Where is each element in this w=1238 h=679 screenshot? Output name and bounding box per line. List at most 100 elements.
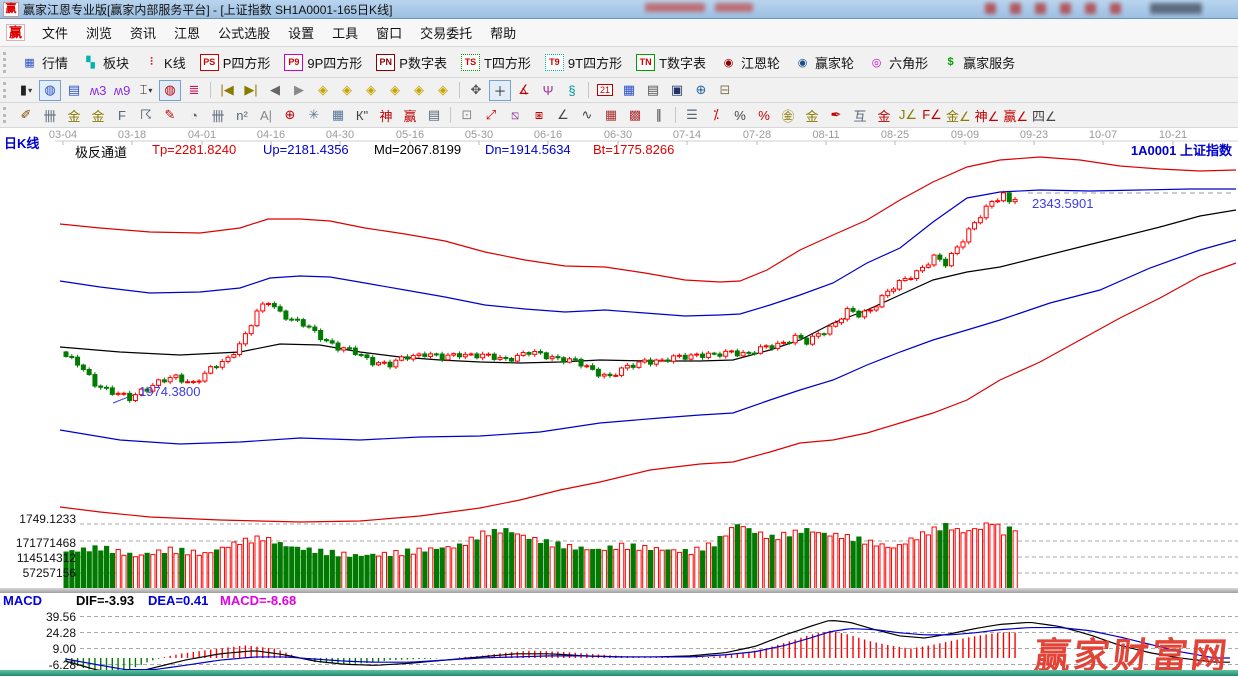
toolbar-9p-square[interactable]: P9 9P四方形: [277, 50, 369, 75]
toolbar-f-angle[interactable]: F∠: [921, 105, 943, 126]
toolbar-star-grid[interactable]: ✳: [303, 105, 325, 126]
menu-资讯[interactable]: 资讯: [121, 20, 165, 45]
toolbar-red-compass[interactable]: ✎: [159, 105, 181, 126]
toolbar-band-red-tool[interactable]: ◍: [159, 79, 181, 101]
toolbar-quotes[interactable]: ▦ 行情: [14, 50, 75, 75]
toolbar-red-pen[interactable]: ✒: [825, 105, 847, 126]
toolbar-red-fan[interactable]: ⤢: [480, 105, 502, 126]
toolbar-ruler-123[interactable]: ▤: [423, 105, 445, 126]
toolbar-percent-under[interactable]: %: [753, 105, 775, 126]
toolbar-fan-box[interactable]: ⧅: [504, 105, 526, 126]
toolbar-wave-3-tool[interactable]: ʍ3: [87, 80, 109, 101]
chart-area[interactable]: 日K线 1A0001 上证指数 03-04 03-18 04-01 04-16 04-3…: [0, 128, 1238, 677]
crosshair-tool-icon: ＋: [493, 83, 507, 99]
toolbar-n-square-tool[interactable]: n²: [231, 105, 253, 126]
toolbar-box-measure[interactable]: ⊡: [456, 105, 478, 126]
toolbar-gold-circle[interactable]: ㊎: [777, 105, 799, 126]
toolbar-price-ladder[interactable]: ☰: [681, 105, 703, 126]
menu-公式选股[interactable]: 公式选股: [209, 20, 279, 45]
toolbar-candle-style-dropdown[interactable]: ⌶ ▾: [135, 80, 157, 101]
menu-窗口[interactable]: 窗口: [367, 20, 411, 45]
toolbar-crosshair-tool[interactable]: ＋: [489, 79, 511, 101]
toolbar-fan-lines[interactable]: ∠: [552, 105, 574, 126]
menu-工具[interactable]: 工具: [323, 20, 367, 45]
toolbar-web-update[interactable]: ⊕: [690, 80, 712, 101]
remote-pc-icon: ⊟: [719, 82, 731, 97]
toolbar-gann-wheel[interactable]: ◉ 江恩轮: [713, 50, 787, 75]
menu-设置[interactable]: 设置: [279, 20, 323, 45]
menu-江恩[interactable]: 江恩: [165, 20, 209, 45]
toolbar-diamond-hspan[interactable]: ◈: [360, 80, 382, 101]
toolbar-hu-tool[interactable]: 互: [849, 105, 871, 126]
box-measure-icon: ⊡: [461, 107, 473, 122]
toolbar-zigzag-tool[interactable]: ∿: [576, 105, 598, 126]
toolbar-percent-line[interactable]: ⁒: [705, 105, 727, 126]
toolbar-nav-next[interactable]: ▶: [288, 80, 310, 101]
toolbar-gold-line-red[interactable]: 金: [873, 105, 895, 126]
toolbar-ying-angle[interactable]: 赢∠: [1002, 105, 1029, 126]
toolbar-gold-underline[interactable]: 金: [801, 105, 823, 126]
toolbar-spiral-pattern-tool[interactable]: §: [561, 80, 583, 101]
toolbar-diamond-right[interactable]: ◈: [336, 80, 358, 101]
toolbar-hexagon[interactable]: ◎ 六角形: [861, 50, 935, 75]
toolbar-save[interactable]: ▣: [666, 80, 688, 101]
toolbar-diamond-cross[interactable]: ◈: [384, 80, 406, 101]
toolbar-kline[interactable]: ⫶ K线: [136, 50, 193, 75]
toolbar-wave-9-tool[interactable]: ʍ9: [111, 80, 133, 101]
toolbar-p-number[interactable]: PN P数字表: [369, 50, 454, 75]
toolbar-winner-wheel[interactable]: ◉ 赢家轮: [787, 50, 861, 75]
toolbar-percent-tool[interactable]: %: [729, 105, 751, 126]
toolbar-shen-tool[interactable]: 神: [375, 105, 397, 126]
toolbar-clock-tool[interactable]: ◔: [183, 105, 205, 126]
toolbar-compass-tool[interactable]: ✐: [15, 105, 37, 126]
toolbar-nav-last[interactable]: ▶|: [240, 80, 262, 101]
toolbar-j-angle[interactable]: J∠: [897, 105, 919, 126]
toolbar-comb-tool[interactable]: 卌: [39, 105, 61, 126]
menu-交易委托[interactable]: 交易委托: [411, 20, 481, 45]
toolbar-calculator[interactable]: ▦: [618, 80, 640, 101]
toolbar-grid-red[interactable]: ▦: [600, 105, 622, 126]
toolbar-gold-grid-1[interactable]: 金: [63, 105, 85, 126]
comb-tool-2-icon: 卌: [211, 108, 225, 124]
toolbar-pattern-blue-tool[interactable]: ◍: [39, 79, 61, 101]
toolbar-diamond-center[interactable]: ◈: [432, 80, 454, 101]
toolbar-hand-tool[interactable]: ✥: [465, 80, 487, 101]
toolbar-k-quote-tool[interactable]: К": [351, 105, 373, 126]
toolbar-sectors[interactable]: ▚ 板块: [75, 50, 136, 75]
toolbar-info-panel[interactable]: ▤: [63, 80, 85, 101]
drawing-toolbar: ✐ 卌金金 F ☈ ✎ ◔ 卌 n² A| ⊕ ✳ ▦ К" 神赢 ▤ ⊡ ⤢ ⧅ ⧆ ∠ ∿ ▦ ▩ ∥ ☰ ⁒%% ㊎金 ✒ 互金 J…: [0, 103, 1238, 128]
toolbar-nav-prev[interactable]: ◀: [264, 80, 286, 101]
toolbar-circle-cross[interactable]: ⊕: [279, 105, 301, 126]
toolbar-comb-tool-2[interactable]: 卌: [207, 105, 229, 126]
toolbar-grid-box[interactable]: ▦: [327, 105, 349, 126]
toolbar-shen-angle[interactable]: 神∠: [974, 105, 1001, 126]
menu-浏览[interactable]: 浏览: [77, 20, 121, 45]
menu-帮助[interactable]: 帮助: [481, 20, 525, 45]
toolbar-diamond-star[interactable]: ◈: [408, 80, 430, 101]
toolbar-parallel-lines[interactable]: ∥: [648, 105, 670, 126]
toolbar-t-square[interactable]: TS T四方形: [454, 50, 538, 75]
toolbar-a-line-tool[interactable]: A|: [255, 105, 277, 126]
toolbar-spiral-tool[interactable]: ☈: [135, 105, 157, 126]
toolbar-winner-service[interactable]: $ 赢家服务: [935, 50, 1022, 75]
toolbar-gann-pattern-tool[interactable]: Ψ: [537, 80, 559, 101]
toolbar-angle-tool[interactable]: ∡: [513, 80, 535, 101]
toolbar-9t-square[interactable]: T9 9T四方形: [538, 50, 629, 75]
menu-文件[interactable]: 文件: [33, 20, 77, 45]
toolbar-grid-arrow[interactable]: ▩: [624, 105, 646, 126]
toolbar-fan-box-2[interactable]: ⧆: [528, 105, 550, 126]
toolbar-volume-profile[interactable]: ≣: [183, 80, 205, 101]
toolbar-remote-pc[interactable]: ⊟: [714, 80, 736, 101]
toolbar-notes[interactable]: ▤: [642, 80, 664, 101]
toolbar-gold-grid-2[interactable]: 金: [87, 105, 109, 126]
toolbar-candle-period-dropdown[interactable]: ▮ ▾: [15, 80, 37, 101]
toolbar-calendar[interactable]: 21: [594, 80, 616, 101]
toolbar-p-square[interactable]: PS P四方形: [193, 50, 278, 75]
toolbar-gold-angle[interactable]: 金∠: [945, 105, 972, 126]
toolbar-nav-first[interactable]: |◀: [216, 80, 238, 101]
toolbar-si-angle[interactable]: 四∠: [1031, 105, 1058, 126]
toolbar-t-number[interactable]: TN T数字表: [629, 50, 713, 75]
toolbar-diamond-left[interactable]: ◈: [312, 80, 334, 101]
toolbar-f-comb-tool[interactable]: F: [111, 105, 133, 126]
toolbar-ying-tool[interactable]: 赢: [399, 105, 421, 126]
